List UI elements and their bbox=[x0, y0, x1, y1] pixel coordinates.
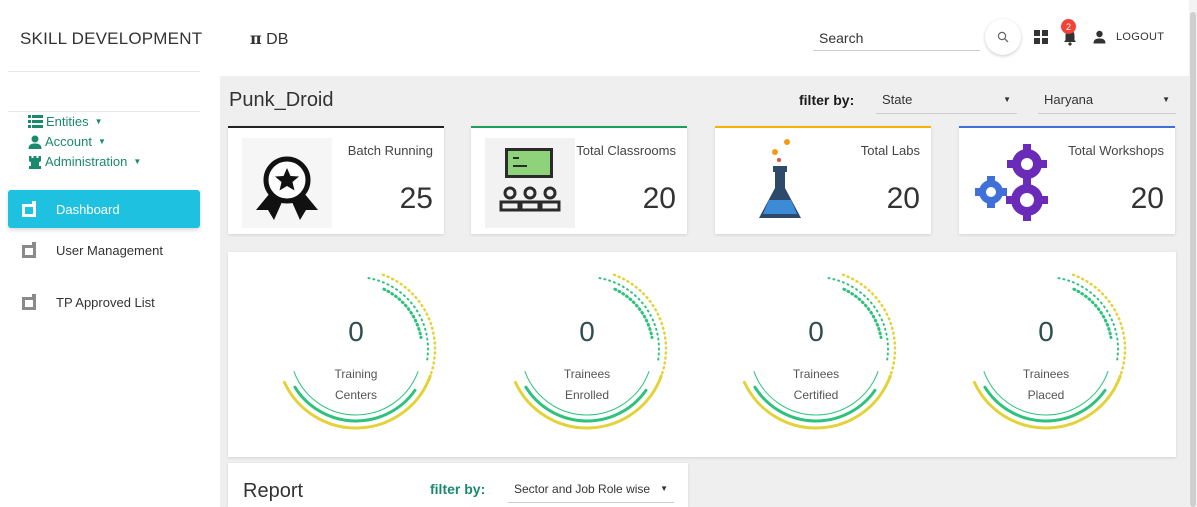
caret-down-icon: ▼ bbox=[660, 484, 668, 493]
gauge-label-line1: Trainees bbox=[563, 367, 611, 381]
select-value: Haryana bbox=[1044, 92, 1094, 107]
stat-card-total-classrooms[interactable]: Total Classrooms 20 bbox=[471, 126, 687, 234]
square-icon bbox=[22, 201, 36, 217]
apps-grid-icon[interactable] bbox=[1034, 30, 1048, 44]
gauge-trainees-enrolled: 0 Trainees Enrolled bbox=[502, 264, 672, 434]
caret-down-icon: ▼ bbox=[1003, 95, 1011, 104]
chess-rook-icon bbox=[29, 155, 41, 169]
menu-administration-label: Administration bbox=[45, 154, 128, 169]
menu-entities[interactable]: Entities ▼ bbox=[28, 114, 103, 129]
card-value: 25 bbox=[399, 182, 433, 215]
search-button[interactable] bbox=[985, 19, 1021, 55]
report-title: Report bbox=[243, 480, 304, 502]
card-accent bbox=[715, 126, 931, 128]
sidebar-item-user-management[interactable]: User Management bbox=[8, 231, 200, 269]
gears-icon bbox=[975, 144, 1048, 221]
flask-icon bbox=[759, 139, 801, 218]
gauge-label-line1: Trainees bbox=[792, 367, 840, 381]
card-accent bbox=[959, 126, 1175, 128]
award-ribbon-icon bbox=[242, 138, 332, 228]
sidebar-item-label: TP Approved List bbox=[56, 294, 155, 310]
gauge-value: 0 bbox=[348, 316, 364, 347]
pi-symbol: π bbox=[250, 29, 262, 48]
person-icon bbox=[28, 135, 42, 149]
top-bar: SKILL DEVELOPMENT π DB 2 LOGOUT bbox=[0, 0, 1197, 76]
caret-down-icon: ▼ bbox=[1162, 95, 1170, 104]
gauge-ring bbox=[742, 273, 897, 430]
gauge-label: Training Centers bbox=[271, 364, 441, 406]
logout-button[interactable]: LOGOUT bbox=[1116, 31, 1164, 43]
caret-down-icon: ▼ bbox=[94, 117, 103, 126]
gauge-label-line2: Placed bbox=[1027, 388, 1065, 402]
gauge-label-line1: Training bbox=[334, 367, 378, 381]
scrollbar-thumb[interactable] bbox=[1190, 12, 1196, 507]
stat-card-total-workshops[interactable]: Total Workshops 20 bbox=[959, 126, 1175, 234]
caret-down-icon: ▼ bbox=[97, 137, 106, 146]
sidebar-item-dashboard[interactable]: Dashboard bbox=[8, 190, 200, 228]
search-input[interactable] bbox=[813, 26, 980, 51]
report-filter-label: filter by: bbox=[430, 481, 486, 497]
gauge-value: 0 bbox=[1038, 316, 1054, 347]
sidebar-item-tp-approved-list[interactable]: TP Approved List bbox=[8, 283, 200, 321]
card-value: 20 bbox=[1130, 182, 1164, 215]
gauge-training-centers: 0 Training Centers bbox=[271, 264, 441, 434]
gauge-trainees-certified: 0 Trainees Certified bbox=[731, 264, 901, 434]
card-value: 20 bbox=[886, 182, 920, 215]
gauge-value: 0 bbox=[808, 316, 824, 347]
caret-down-icon: ▼ bbox=[133, 157, 142, 166]
card-value: 20 bbox=[642, 182, 676, 215]
menu-entities-label: Entities bbox=[46, 114, 89, 129]
select-value: Sector and Job Role wise bbox=[514, 481, 651, 496]
gauge-label: Trainees Certified bbox=[731, 364, 901, 406]
stat-card-batch-running[interactable]: Batch Running 25 bbox=[228, 126, 444, 234]
page-title: Punk_Droid bbox=[229, 89, 334, 111]
gauge-label-line2: Centers bbox=[334, 388, 378, 402]
notification-badge: 2 bbox=[1061, 19, 1076, 34]
sidebar: Entities ▼ Account ▼ Administration ▼ Dashb… bbox=[0, 71, 220, 507]
gauge-label-line1: Trainees bbox=[1022, 367, 1070, 381]
sidebar-item-label: Dashboard bbox=[56, 201, 120, 217]
region-filter-select[interactable]: Haryana ▼ bbox=[1038, 86, 1176, 114]
gauge-ring bbox=[513, 273, 668, 430]
user-icon bbox=[1093, 30, 1106, 44]
gauge-label-line2: Certified bbox=[793, 388, 839, 402]
brand-title[interactable]: SKILL DEVELOPMENT bbox=[20, 29, 202, 49]
stat-card-total-labs[interactable]: Total Labs 20 bbox=[715, 126, 931, 234]
square-icon bbox=[22, 294, 36, 310]
search-icon bbox=[997, 31, 1009, 43]
gauge-trainees-placed: 0 Trainees Placed bbox=[961, 264, 1131, 434]
menu-account[interactable]: Account ▼ bbox=[28, 134, 106, 149]
list-icon bbox=[28, 115, 43, 128]
select-value: State bbox=[882, 92, 913, 107]
divider bbox=[8, 111, 200, 112]
report-filter-select[interactable]: Sector and Job Role wise ▼ bbox=[508, 475, 674, 503]
db-title: π DB bbox=[250, 29, 288, 49]
page-scrollbar[interactable] bbox=[1189, 0, 1197, 507]
square-icon bbox=[22, 242, 36, 258]
gauge-ring bbox=[282, 273, 437, 430]
gauge-label: Trainees Enrolled bbox=[502, 364, 672, 406]
divider bbox=[8, 71, 200, 72]
sidebar-item-label: User Management bbox=[56, 242, 163, 258]
gauge-label: Trainees Placed bbox=[961, 364, 1131, 406]
menu-account-label: Account bbox=[45, 134, 92, 149]
gauge-label-line2: Enrolled bbox=[564, 388, 610, 402]
card-label: Total Classrooms bbox=[576, 143, 676, 158]
filter-label: filter by: bbox=[799, 92, 855, 108]
db-title-text: DB bbox=[266, 31, 289, 48]
card-accent bbox=[471, 126, 687, 128]
gauge-ring bbox=[972, 273, 1127, 430]
state-filter-select[interactable]: State ▼ bbox=[876, 86, 1017, 114]
card-label: Total Workshops bbox=[1068, 143, 1164, 158]
menu-administration[interactable]: Administration ▼ bbox=[28, 154, 141, 169]
classroom-icon bbox=[485, 138, 575, 228]
progress-panel: 0 Training Centers 0 Trainees Enrolled 0 T… bbox=[228, 252, 1176, 457]
card-label: Batch Running bbox=[347, 143, 433, 158]
card-accent bbox=[228, 126, 444, 128]
card-label: Total Labs bbox=[860, 143, 920, 158]
gauge-value: 0 bbox=[579, 316, 595, 347]
